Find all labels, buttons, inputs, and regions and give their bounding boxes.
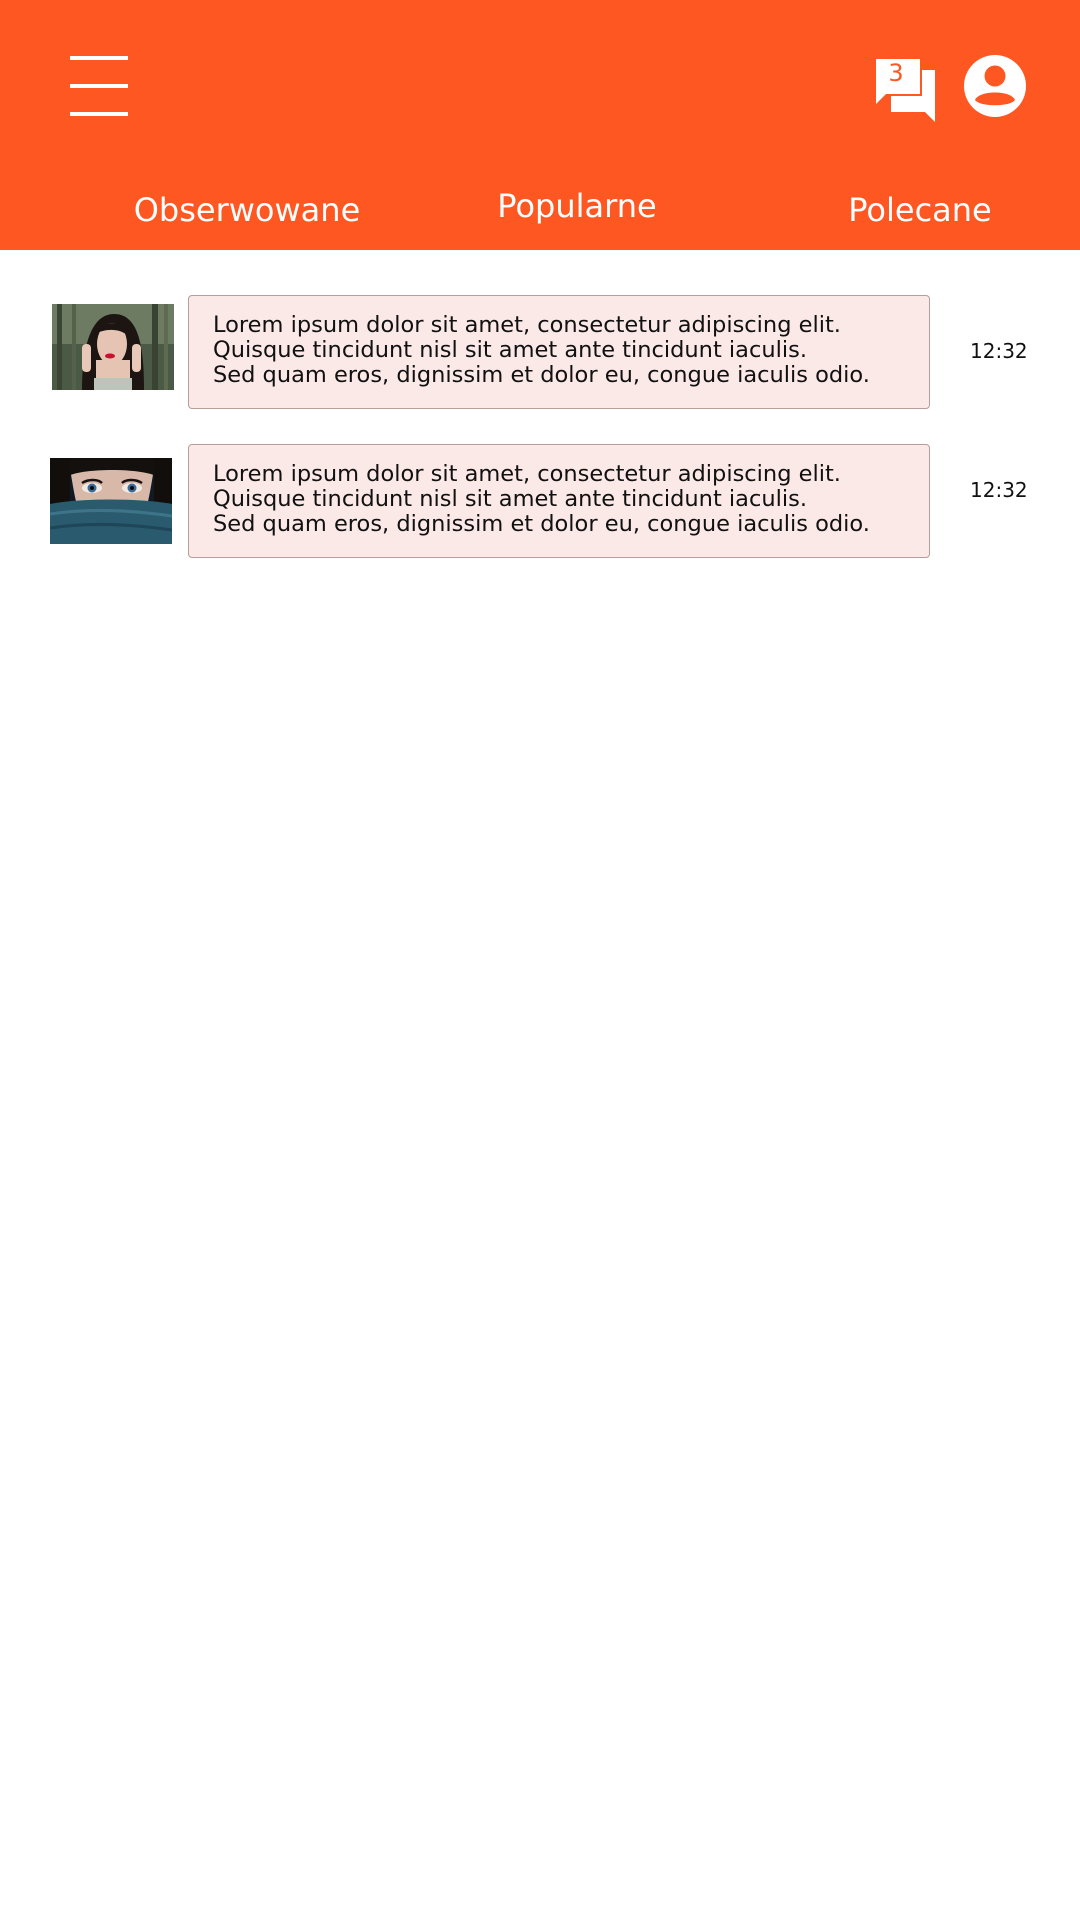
unread-count-badge: 3 (888, 59, 904, 87)
message-item[interactable]: Lorem ipsum dolor sit amet, consectetur … (0, 444, 1080, 562)
tab-popular[interactable]: Popularne (462, 186, 692, 226)
message-bubble[interactable]: Lorem ipsum dolor sit amet, consectetur … (188, 444, 930, 558)
profile-button[interactable] (964, 55, 1026, 117)
menu-button[interactable] (62, 50, 132, 122)
app-header: 3 Obserwowane Popularne Polecane (0, 0, 1080, 250)
message-timestamp: 12:32 (970, 478, 1028, 502)
account-circle-icon (964, 55, 1026, 121)
tab-observed[interactable]: Obserwowane (112, 190, 382, 230)
message-text-line: Lorem ipsum dolor sit amet, consectetur … (213, 312, 841, 338)
messages-button[interactable]: 3 (873, 56, 941, 122)
message-text-line: Sed quam eros, dignissim et dolor eu, co… (213, 511, 870, 537)
tab-recommended[interactable]: Polecane (820, 190, 1020, 230)
avatar-woman-blue-eyes[interactable] (50, 458, 172, 544)
message-text-line: Lorem ipsum dolor sit amet, consectetur … (213, 461, 841, 487)
message-text-line: Quisque tincidunt nisl sit amet ante tin… (213, 337, 807, 363)
message-item[interactable]: Lorem ipsum dolor sit amet, consectetur … (0, 295, 1080, 413)
message-bubble[interactable]: Lorem ipsum dolor sit amet, consectetur … (188, 295, 930, 409)
message-timestamp: 12:32 (970, 339, 1028, 363)
message-text-line: Quisque tincidunt nisl sit amet ante tin… (213, 486, 807, 512)
avatar-woman-red-lips[interactable] (52, 304, 174, 390)
message-text-line: Sed quam eros, dignissim et dolor eu, co… (213, 362, 870, 388)
